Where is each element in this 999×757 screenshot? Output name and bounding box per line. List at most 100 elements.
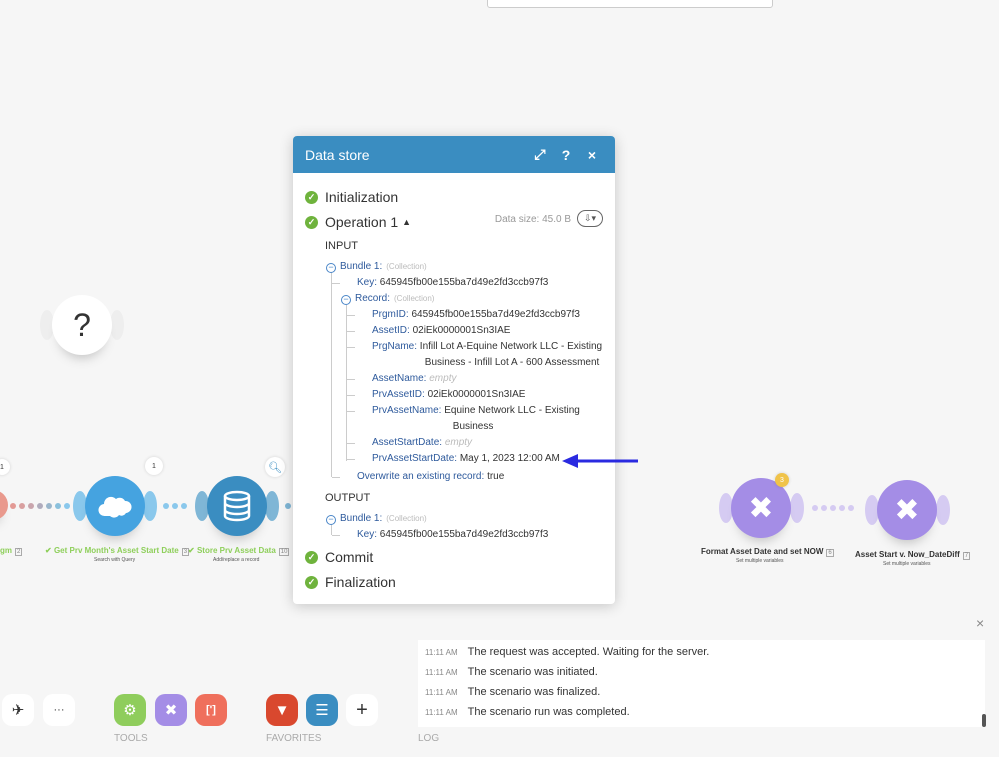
json-icon[interactable]: ['] <box>195 694 227 726</box>
top-panel <box>487 0 773 8</box>
data-store-modal: Data store ⤢ ? × ✓ Initialization ✓ Operat… <box>293 136 615 604</box>
node-label: Asset Start v. Now_DateDiff 7 <box>855 550 971 560</box>
node-label: ✔ Get Prv Month's Asset Start Date 3 <box>45 546 190 556</box>
step-finalization: ✓ Finalization <box>305 574 396 590</box>
output-bundle-toggle[interactable]: − Bundle 1: (Collection) <box>326 511 427 527</box>
node-label: Format Asset Date and set NOW 6 <box>701 547 834 557</box>
connection-dot <box>10 503 16 509</box>
ds-right-handle[interactable] <box>265 491 279 521</box>
caret-up-icon: ▲ <box>402 217 412 227</box>
salesforce-cloud-icon <box>98 496 132 518</box>
record-field-cont: Business <box>452 421 494 432</box>
database-icon[interactable]: ☰ <box>306 694 338 726</box>
record-field: PrgName: Infill Lot A-Equine Network LLC… <box>372 341 603 352</box>
node-sub: Search with Query <box>94 557 136 563</box>
collapse-icon: − <box>326 515 336 525</box>
check-icon: ✓ <box>305 550 318 564</box>
step-commit: ✓ Commit <box>305 549 373 565</box>
modal-header: Data store ⤢ ? × <box>293 136 615 173</box>
tools-right-handle[interactable] <box>790 493 804 523</box>
log-entry: 11:11 AM The scenario was initiated. <box>425 666 598 678</box>
connection-dot <box>37 503 43 509</box>
connection-dot <box>821 505 827 511</box>
connection-dot <box>830 505 836 511</box>
router-right-handle[interactable] <box>110 310 124 340</box>
connection-dot <box>55 503 61 509</box>
node-sub: Set multiple variables <box>883 561 931 567</box>
connection-dot <box>28 503 34 509</box>
download-dropdown[interactable]: ⇩▾ <box>577 210 603 227</box>
operations-badge[interactable]: 3 <box>775 473 789 487</box>
connection-dot <box>181 503 187 509</box>
expand-icon[interactable]: ⤢ <box>529 146 551 163</box>
connection-dot <box>163 503 169 509</box>
log-label: LOG <box>418 733 440 744</box>
connection-dot <box>812 505 818 511</box>
lion-icon[interactable]: ▼ <box>266 694 298 726</box>
airplane-icon[interactable]: ✈︎ <box>2 694 34 726</box>
output-key-row: Key: 645945fb00e155ba7d49e2fd3ccb97f3 <box>357 529 549 540</box>
tools-icon[interactable]: ✖ <box>155 694 187 726</box>
record-field: PrvAssetID: 02iEk0000001Sn3IAE <box>372 389 526 400</box>
record-field: AssetStartDate: empty <box>372 437 473 448</box>
partial-node-label: gm 2 <box>0 546 23 556</box>
operations-bubble[interactable]: 1 <box>0 459 10 475</box>
search-icon[interactable]: 🔍︎ <box>265 457 285 477</box>
sf-right-handle[interactable] <box>143 491 157 521</box>
salesforce-node[interactable] <box>85 476 145 536</box>
collapse-icon: − <box>326 263 336 273</box>
log-entry: 11:11 AM The request was accepted. Waitin… <box>425 646 710 658</box>
tools-label: TOOLS <box>114 733 148 744</box>
check-icon: ✓ <box>305 575 318 589</box>
connection-dot <box>285 503 291 509</box>
record-field: AssetName: empty <box>372 373 457 384</box>
log-entry: 11:11 AM The scenario was finalized. <box>425 686 601 698</box>
tools-icon: ✖ <box>748 491 774 525</box>
tools-node[interactable]: ✖ <box>877 480 937 540</box>
key-row: Key: 645945fb00e155ba7d49e2fd3ccb97f3 <box>357 277 549 288</box>
operations-bubble[interactable]: 1 <box>145 457 163 475</box>
record-field: AssetID: 02iEk0000001Sn3IAE <box>372 325 511 336</box>
input-heading: INPUT <box>325 240 358 252</box>
node-sub: Set multiple variables <box>736 558 784 564</box>
log-close-icon[interactable]: × <box>976 615 984 631</box>
connection-dot <box>64 503 70 509</box>
log-scrollbar[interactable] <box>982 714 986 727</box>
record-field: PrvAssetStartDate: May 1, 2023 12:00 AM <box>372 453 560 464</box>
datastore-node[interactable] <box>207 476 267 536</box>
record-field-cont: Business - Infill Lot A - 600 Assessment <box>424 357 600 368</box>
connection-dot <box>19 503 25 509</box>
question-icon: ? <box>73 306 91 343</box>
tools-icon: ✖ <box>894 493 920 527</box>
close-icon[interactable]: × <box>581 147 603 163</box>
output-heading: OUTPUT <box>325 492 371 504</box>
more-button[interactable]: ··· <box>43 694 75 726</box>
check-icon: ✓ <box>305 215 318 229</box>
gear-icon[interactable]: ⚙ <box>114 694 146 726</box>
bundle-toggle[interactable]: − Bundle 1: (Collection) <box>326 259 427 275</box>
log-entry: 11:11 AM The scenario run was completed. <box>425 706 630 718</box>
node-sub: Add/replace a record <box>213 557 260 563</box>
overwrite-row: Overwrite an existing record: true <box>357 471 505 482</box>
step-initialization: ✓ Initialization <box>305 189 398 205</box>
tools-node[interactable]: ✖ <box>731 478 791 538</box>
modal-title: Data store <box>305 146 370 163</box>
step-operation[interactable]: ✓ Operation 1 ▲ <box>305 214 411 230</box>
help-icon[interactable]: ? <box>555 147 577 163</box>
data-size: Data size: 45.0 B <box>494 214 571 225</box>
add-favorite-button[interactable]: + <box>346 694 378 726</box>
tools-right-handle[interactable] <box>936 495 950 525</box>
record-toggle[interactable]: − Record: (Collection) <box>341 291 434 307</box>
connection-dot <box>172 503 178 509</box>
connection-dot <box>46 503 52 509</box>
log-panel: 11:11 AM The request was accepted. Waitin… <box>418 640 985 727</box>
record-field: PrvAssetName: Equine Network LLC - Exist… <box>372 405 580 416</box>
node-label: ✔ Store Prv Asset Data 10 <box>188 546 290 556</box>
record-field: PrgmID: 645945fb00e155ba7d49e2fd3ccb97f3 <box>372 309 580 320</box>
partial-node[interactable] <box>0 490 8 520</box>
connection-dot <box>839 505 845 511</box>
annotation-arrow <box>562 454 638 468</box>
router-node[interactable]: ? <box>52 295 112 355</box>
favorites-label: FAVORITES <box>266 733 322 744</box>
download-icon: ⇩▾ <box>583 213 597 223</box>
